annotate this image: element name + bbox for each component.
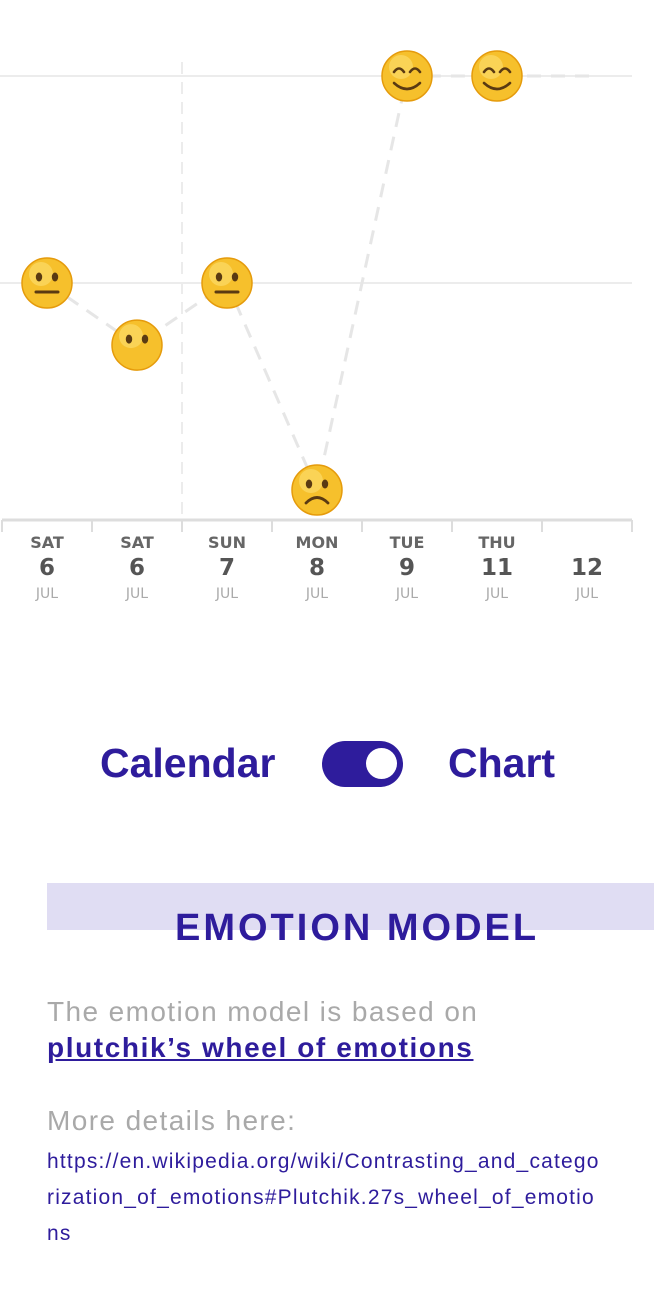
tick-label-month: JUL — [35, 586, 58, 602]
tick-label-date: 7 — [219, 555, 235, 581]
section-title: EMOTION MODEL — [175, 907, 540, 949]
view-toggle-switch[interactable] — [322, 741, 403, 787]
mood-chart-svg: SAT 6 JUL SAT 6 JUL SUN 7 JUL MON 8 JUL TUE 9 JUL THU 11… — [0, 50, 633, 602]
mood-chart: SAT 6 JUL SAT 6 JUL SUN 7 JUL MON 8 JUL TUE 9 JUL THU 11… — [0, 0, 654, 620]
tick-label-date: 9 — [399, 555, 415, 581]
tick-label-month: JUL — [125, 586, 148, 602]
mood-face-neutral-icon — [201, 257, 253, 309]
tick-label-date: 6 — [129, 555, 145, 581]
mood-face-neutral-icon — [21, 257, 73, 309]
tick-label-month: JUL — [485, 586, 508, 602]
tick-label-day: TUE — [390, 533, 425, 552]
mood-face-no-mouth-icon — [111, 319, 163, 371]
tick-label-month: JUL — [395, 586, 418, 602]
tick-label-date: 6 — [39, 555, 55, 581]
model-intro-text: The emotion model is based on — [47, 996, 479, 1027]
tick-label-month: JUL — [215, 586, 238, 602]
tick-label-month: JUL — [575, 586, 598, 602]
tick-label-day: MON — [296, 533, 339, 552]
tick-label-date: 12 — [571, 555, 603, 581]
tick-label-day: SUN — [208, 533, 246, 552]
mood-face-smiling-icon — [381, 50, 433, 102]
wikipedia-link[interactable]: https://en.wikipedia.org/wiki/Contrastin… — [47, 1144, 607, 1252]
tick-label-day: SAT — [120, 533, 154, 552]
mood-face-frowning-icon — [291, 464, 343, 516]
details-label: More details here: — [47, 1105, 297, 1136]
mood-face-smiling-icon — [471, 50, 523, 102]
tick-label-day: THU — [478, 533, 515, 552]
tick-label-date: 11 — [481, 555, 513, 581]
chart-view-label[interactable]: Chart — [448, 739, 555, 787]
tick-label-date: 8 — [309, 555, 325, 581]
toggle-knob — [366, 748, 397, 779]
calendar-view-label[interactable]: Calendar — [100, 739, 275, 787]
tick-label-day: SAT — [30, 533, 64, 552]
tick-label-month: JUL — [305, 586, 328, 602]
plutchik-wheel-link[interactable]: plutchik’s wheel of emotions — [47, 1031, 473, 1065]
view-toggle-row: Calendar Chart — [0, 735, 654, 791]
